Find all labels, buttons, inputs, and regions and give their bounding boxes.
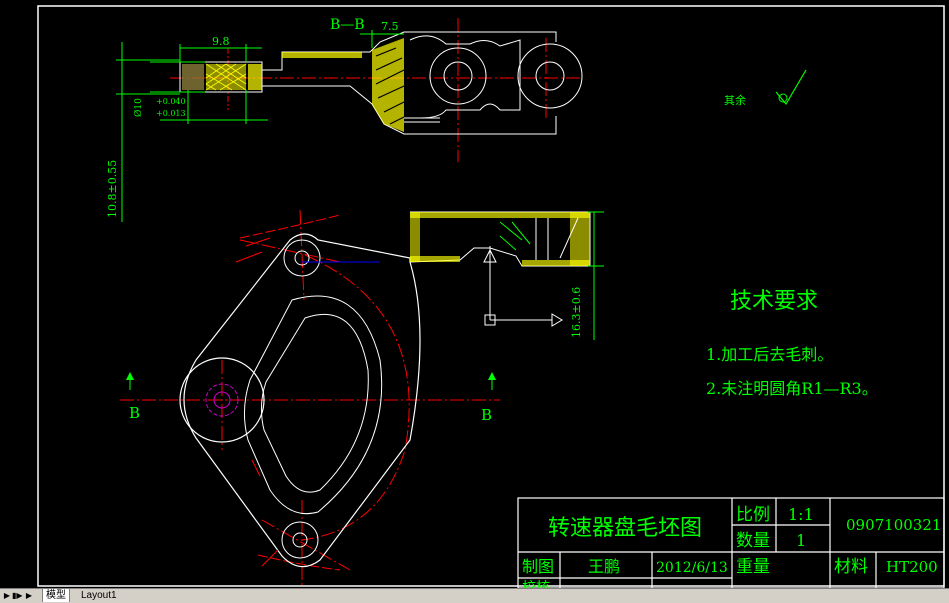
tab-model[interactable]: 模型 — [42, 589, 70, 602]
surface-finish-label: 其余 — [724, 93, 746, 107]
drawn-label: 制图 — [522, 557, 554, 576]
tab-first-icon[interactable]: ▶ — [2, 590, 12, 601]
surface-finish-icon — [775, 69, 807, 106]
dim-16-3: 16.3±0.6 — [570, 287, 583, 338]
title-block-title: 转速器盘毛坯图 — [548, 516, 702, 541]
scale-label: 比例 — [736, 505, 770, 525]
tech-requirement-2: 2.未注明圆角R1—R3。 — [706, 379, 878, 398]
main-view — [120, 209, 604, 588]
section-view-b-b — [116, 18, 583, 222]
tech-requirements-title: 技术要求 — [730, 289, 818, 314]
check-label: 校核 — [522, 579, 550, 588]
layout-tab-bar: ▶ ▮▶ ▶ 模型 Layout1 — [0, 588, 949, 603]
drawn-by: 王鹏 — [588, 557, 620, 576]
section-label: B—B — [330, 17, 365, 33]
dim-tol-lower: +0.013 — [156, 109, 186, 118]
qty-value: 1 — [796, 531, 806, 550]
scale-value: 1:1 — [788, 505, 814, 524]
weight-label: 重量 — [736, 557, 770, 577]
drawing-number: 0907100321 — [846, 516, 941, 534]
material-label: 材料 — [834, 557, 868, 577]
dim-10-8: 10.8±0.55 — [106, 160, 119, 218]
dim-9-8: 9.8 — [212, 35, 230, 48]
section-marker-left: B — [129, 404, 140, 422]
title-block-grid — [517, 497, 945, 588]
material-value: HT200 — [886, 558, 938, 576]
tab-prev-icon[interactable]: ▮▶ — [12, 590, 23, 601]
cad-drawing-canvas[interactable]: B—B 7.5 9.8 Ø10 +0.040 +0.013 10.8±0.55 — [0, 0, 949, 588]
tab-layout1[interactable]: Layout1 — [78, 589, 120, 602]
dim-7-5: 7.5 — [381, 20, 399, 33]
tech-requirement-1: 1.加工后去毛刺。 — [706, 345, 833, 364]
tab-next-icon[interactable]: ▶ — [24, 590, 34, 601]
section-marker-right: B — [481, 406, 492, 424]
dim-diameter-10: Ø10 — [133, 98, 144, 117]
drawn-date: 2012/6/13 — [656, 560, 728, 576]
qty-label: 数量 — [736, 531, 770, 551]
dim-tol-upper: +0.040 — [156, 97, 186, 106]
